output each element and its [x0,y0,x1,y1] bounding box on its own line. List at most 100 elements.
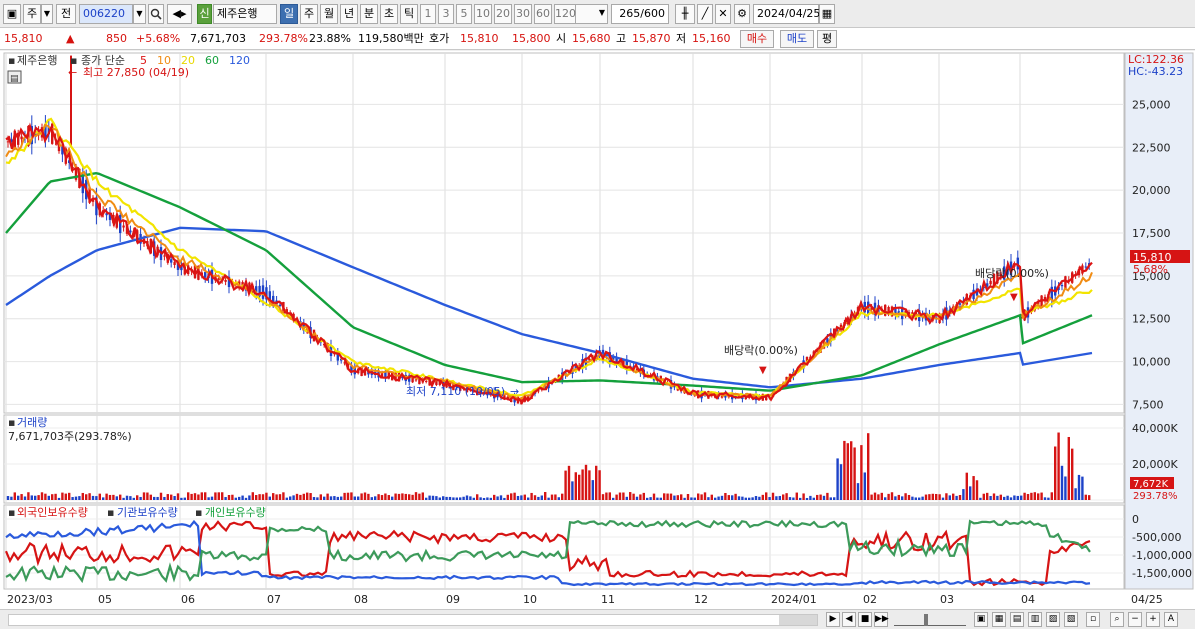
interval-number-button[interactable]: 20 [494,4,512,24]
grid-icon[interactable]: ▦ [992,612,1006,627]
volume-bar [170,494,173,500]
volume-bar [258,494,261,500]
candle-body [204,272,207,278]
avg-button[interactable]: 평 [817,30,837,48]
stop-icon[interactable]: ■ [858,612,872,627]
interval-button[interactable]: 틱 [400,4,418,24]
interval-button[interactable]: 주 [300,4,318,24]
volume-bar [173,496,176,500]
count-dropdown-icon[interactable]: ▼ [596,4,608,24]
search-zoom-icon[interactable]: ⌕ [1110,612,1124,627]
x-axis-label: 09 [446,593,460,606]
panel-icon[interactable]: ▨ [1046,612,1060,627]
volume-bar [183,497,186,500]
candle-icon[interactable]: ╫ [675,4,695,24]
date-input[interactable]: 2024/04/25 [753,4,820,24]
interval-number-button[interactable]: 5 [456,4,472,24]
chart-area[interactable]: ▪ 제주은행 ▪ 종가 단순 5 10 20 60 120 ▤ ← 최고 27,850 … [0,51,1195,609]
volume-bar [166,494,169,500]
volume-bar [452,497,455,500]
stock-code-input[interactable]: 006220 [79,4,133,24]
volume-bar [404,493,407,500]
volume-bar [234,497,237,500]
volume-bar [255,495,258,500]
volume-bar [6,496,10,500]
interval-number-button[interactable]: 1 [420,4,436,24]
compare-icon[interactable]: ▤ [1010,612,1024,627]
interval-number-button[interactable]: 120 [554,4,576,24]
interval-number-button[interactable]: 30 [514,4,532,24]
scroll-thumb[interactable] [779,615,817,625]
candle-body [884,304,887,316]
scroll-start-icon[interactable]: ◀ [842,612,856,627]
interval-number-button[interactable]: 3 [438,4,454,24]
layout-icon[interactable]: ▥ [1028,612,1042,627]
scroll-end-icon[interactable]: ▶▶ [874,612,889,627]
period-button[interactable]: 주 [23,4,41,24]
search-icon[interactable] [148,4,164,24]
volume-bar [289,496,292,500]
zoom-in-icon[interactable]: + [1146,612,1160,627]
interval-button[interactable]: 초 [380,4,398,24]
volume-bar [669,493,673,500]
fit-icon[interactable]: ▣ [974,612,988,627]
prev-button[interactable]: 전 [56,4,76,24]
volume-bar [584,464,588,500]
count-field[interactable]: 265/600 [611,4,669,24]
calendar-icon[interactable]: ▦ [819,4,835,24]
volume-bar [1071,448,1074,500]
window-icon[interactable]: ▣ [3,4,21,24]
interval-button[interactable]: 일 [280,4,298,24]
volume-bar [37,495,40,500]
volume-bar [489,497,492,500]
current-pct-text: 5.68% [1133,263,1168,276]
info-icon[interactable]: ▧ [1064,612,1078,627]
volume-bar [115,496,118,500]
volume-bar [377,494,380,500]
crosshair-icon[interactable]: ✕ [715,4,731,24]
volume-bar [445,496,448,500]
settings-gear-icon[interactable]: ⚙ [734,4,750,24]
interval-number-button[interactable]: 60 [534,4,552,24]
volume-bar [455,497,458,500]
interval-number-button[interactable]: 10 [474,4,492,24]
price-chart-svg[interactable]: ▪ 제주은행 ▪ 종가 단순 5 10 20 60 120 ▤ ← 최고 27,850 … [0,51,1195,609]
scroll-left-icon[interactable]: ▶ [826,612,840,627]
volume-bar [408,494,411,500]
volume-bar [683,497,686,500]
volume-bar [374,496,377,500]
volume-bar [533,495,537,500]
interval-button[interactable]: 년 [340,4,358,24]
volume-bar [822,495,826,500]
pin-icon[interactable]: ▫ [1086,612,1100,627]
x-axis-label: 10 [523,593,537,606]
indiv-square-icon: ▪ [195,506,202,519]
scroll-track[interactable] [8,614,818,626]
sell-button[interactable]: 매도 [780,30,814,48]
volume-bar [928,494,931,500]
volume-bar [363,492,367,500]
interval-button[interactable]: 월 [320,4,338,24]
sound-icon[interactable]: ◀▸ [167,4,192,24]
period-dropdown-icon[interactable]: ▼ [41,4,53,24]
volume-bar [805,497,809,500]
zoom-slider[interactable] [894,614,966,626]
volume-bar [142,492,146,500]
text-icon[interactable]: A [1164,612,1178,627]
volume-bar [136,495,139,500]
draw-line-icon[interactable]: ╱ [697,4,713,24]
interval-button[interactable]: 분 [360,4,378,24]
volume-bar [523,494,526,500]
current-price: 15,810 [4,32,43,45]
volume-bar [1060,465,1064,500]
zoom-slider-handle[interactable] [924,614,928,626]
volume-bar [81,492,84,500]
code-dropdown-icon[interactable]: ▼ [133,4,146,24]
candle-body [1060,285,1064,287]
buy-button[interactable]: 매수 [740,30,774,48]
volume-bar [272,493,275,500]
stock-name: 제주은행 [213,4,277,24]
open-price: 15,680 [572,32,611,45]
volume-bar [88,493,91,500]
zoom-out-icon[interactable]: − [1128,612,1142,627]
